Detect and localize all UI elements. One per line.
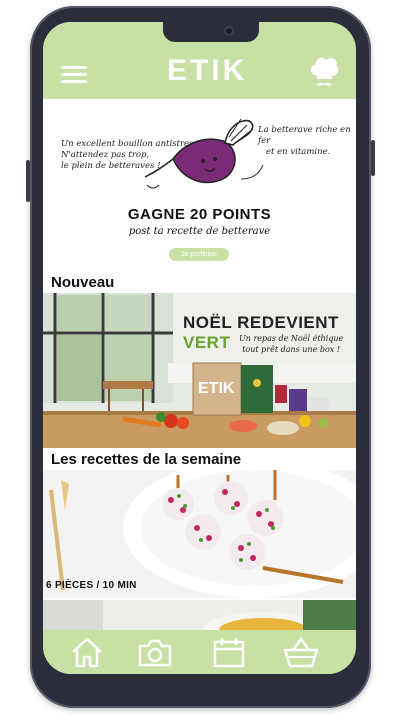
recipe-card[interactable]: 6 PIÈCES / 10 MIN [43, 470, 356, 598]
noel-banner[interactable]: ETIK NOËL REDEVIENT VERT Un repas de Noë… [43, 293, 356, 448]
basket-icon[interactable] [283, 635, 319, 669]
beetroot-illustration [144, 118, 264, 189]
promo-headline: GAGNE 20 POINTS [127, 206, 272, 223]
promo-banner[interactable]: Un excellent bouillon antistress, N'atte… [43, 99, 356, 271]
next-recipe-photo [43, 600, 356, 630]
recipe-caption: 6 PIÈCES / 10 MIN [46, 580, 137, 591]
bottom-navigation [43, 630, 356, 674]
volume-button [26, 160, 30, 202]
notch [163, 22, 259, 42]
section-title-weekly-recipes: Les recettes de la semaine [51, 451, 242, 468]
front-camera [224, 26, 234, 36]
home-icon[interactable] [69, 635, 105, 669]
box-logo: ETIK [198, 380, 235, 397]
promo-subline: post ta recette de betterave [128, 226, 271, 237]
chef-hat-icon[interactable] [309, 55, 339, 89]
calendar-icon[interactable] [211, 635, 247, 669]
hamburger-icon[interactable] [61, 66, 87, 84]
section-title-new: Nouveau [51, 274, 115, 291]
phone-screen: ETIK Un excellent bouillon antistress, N… [43, 22, 356, 674]
recipe-photo [43, 470, 356, 598]
camera-icon[interactable] [137, 635, 173, 669]
power-button [371, 140, 375, 176]
noel-subtitle: Un repas de Noël éthique tout prêt dans … [239, 334, 344, 354]
app-logo[interactable]: ETIK [167, 54, 247, 88]
participate-button[interactable]: Je participe [169, 248, 229, 261]
next-recipe-preview[interactable] [43, 600, 356, 630]
